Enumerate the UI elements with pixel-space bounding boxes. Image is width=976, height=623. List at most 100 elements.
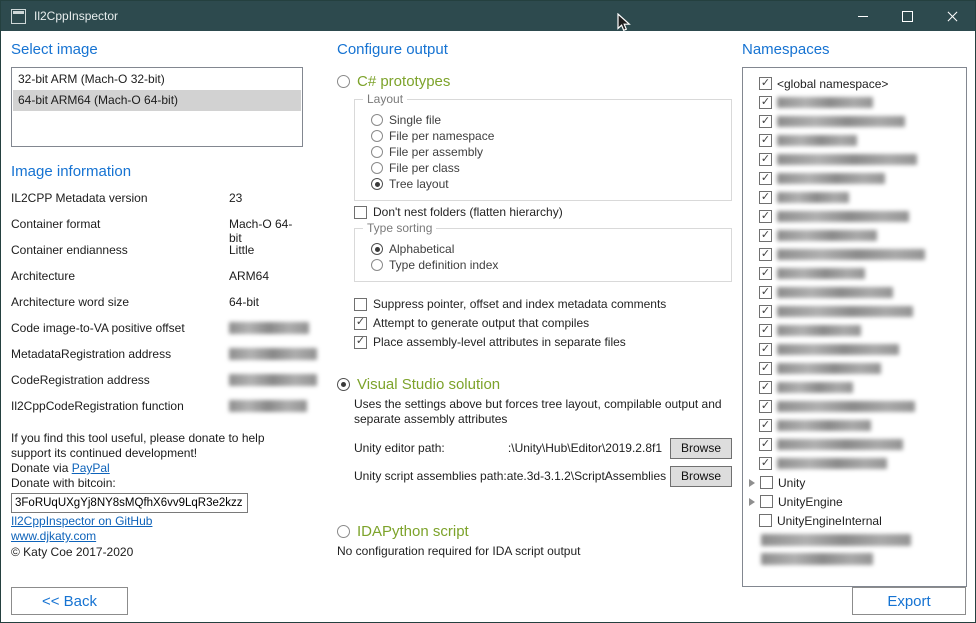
namespace-row[interactable]: Unity [747,473,962,492]
checkbox-icon[interactable] [759,96,772,109]
checkbox-icon[interactable] [759,172,772,185]
checkbox-icon[interactable] [760,476,773,489]
flatten-checkbox-row[interactable]: Don't nest folders (flatten hierarchy) [354,204,732,220]
radio-icon[interactable] [371,130,383,142]
checkbox-icon[interactable] [759,362,772,375]
paypal-link[interactable]: PayPal [72,461,110,475]
back-button[interactable]: << Back [11,587,128,615]
radio-option[interactable]: Type definition index [371,257,721,273]
checkbox-icon[interactable] [354,206,367,219]
namespace-row[interactable] [747,359,962,378]
namespace-row[interactable] [747,435,962,454]
checkbox-row[interactable]: Place assembly-level attributes in separ… [354,334,732,350]
maximize-button[interactable] [885,1,930,31]
expander-icon[interactable] [749,479,755,487]
radio-icon[interactable] [371,243,383,255]
checkbox-icon[interactable] [354,298,367,311]
checkbox-icon[interactable] [759,343,772,356]
checkbox-icon[interactable] [354,317,367,330]
minimize-button[interactable] [840,1,885,31]
checkbox-icon[interactable] [759,248,772,261]
vs-solution-radio[interactable]: Visual Studio solution [337,374,732,394]
checkbox-icon[interactable] [759,210,772,223]
radio-icon[interactable] [371,178,383,190]
namespace-row[interactable] [747,93,962,112]
checkbox-icon[interactable] [354,336,367,349]
image-list-item[interactable]: 64-bit ARM64 (Mach-O 64-bit) [13,90,301,111]
radio-icon[interactable] [371,259,383,271]
expander-icon[interactable] [749,498,755,506]
radio-option[interactable]: File per assembly [371,144,721,160]
namespace-row[interactable] [747,530,962,549]
namespace-row[interactable] [747,226,962,245]
export-button[interactable]: Export [852,587,966,615]
namespace-row[interactable] [747,131,962,150]
checkbox-icon[interactable] [759,438,772,451]
namespace-row[interactable]: UnityEngine [747,492,962,511]
website-link[interactable]: www.djkaty.com [11,529,303,543]
checkbox-row[interactable]: Attempt to generate output that compiles [354,315,732,331]
radio-icon[interactable] [371,162,383,174]
radio-option[interactable]: File per namespace [371,128,721,144]
namespace-row[interactable] [747,302,962,321]
checkbox-icon[interactable] [759,457,772,470]
checkbox-icon[interactable] [759,153,772,166]
path-field-label: Unity editor path: [354,441,445,455]
github-link[interactable]: Il2CppInspector on GitHub [11,514,303,528]
checkbox-icon[interactable] [759,115,772,128]
radio-icon[interactable] [337,75,350,88]
namespace-row[interactable] [747,188,962,207]
radio-icon[interactable] [371,146,383,158]
namespace-row[interactable] [747,283,962,302]
namespace-row[interactable] [747,340,962,359]
checkbox-icon[interactable] [759,191,772,204]
radio-option[interactable]: Alphabetical [371,241,721,257]
checkbox-icon[interactable] [759,381,772,394]
namespace-row[interactable] [747,150,962,169]
radio-option[interactable]: Tree layout [371,176,721,192]
namespace-list[interactable]: <global namespace> UnityUnityEngineUnityE… [742,67,967,587]
titlebar[interactable]: Il2CppInspector [1,1,975,31]
checkbox-row[interactable]: Suppress pointer, offset and index metad… [354,296,732,312]
browse-button[interactable]: Browse [670,466,732,487]
namespace-row[interactable] [747,169,962,188]
namespace-row[interactable] [747,454,962,473]
bitcoin-address-input[interactable] [11,493,248,513]
checkbox-icon[interactable] [759,134,772,147]
checkbox-icon[interactable] [759,514,772,527]
checkbox-icon[interactable] [759,400,772,413]
close-button[interactable] [930,1,975,31]
namespace-row[interactable] [747,549,962,568]
namespace-row[interactable] [747,112,962,131]
browse-button[interactable]: Browse [670,438,732,459]
namespace-row[interactable] [747,245,962,264]
radio-icon[interactable] [337,378,350,391]
namespace-row[interactable] [747,416,962,435]
image-list[interactable]: 32-bit ARM (Mach-O 32-bit)64-bit ARM64 (… [11,67,303,147]
checkbox-icon[interactable] [760,495,773,508]
checkbox-icon[interactable] [759,305,772,318]
radio-icon[interactable] [337,525,350,538]
csharp-prototypes-radio[interactable]: C# prototypes [337,71,732,91]
ida-script-radio[interactable]: IDAPython script [337,521,732,541]
checkbox-icon[interactable] [759,286,772,299]
radio-icon[interactable] [371,114,383,126]
checkbox-icon[interactable] [759,77,772,90]
checkbox-icon[interactable] [759,419,772,432]
namespace-row[interactable] [747,397,962,416]
namespace-row[interactable]: UnityEngineInternal [747,511,962,530]
info-value [229,347,317,363]
namespace-row[interactable] [747,207,962,226]
namespace-row[interactable]: <global namespace> [747,74,962,93]
mouse-cursor [617,13,632,34]
checkbox-icon[interactable] [759,324,772,337]
image-list-item[interactable]: 32-bit ARM (Mach-O 32-bit) [13,69,301,90]
type-sorting-groupbox-title: Type sorting [363,221,436,235]
namespace-row[interactable] [747,378,962,397]
radio-option[interactable]: File per class [371,160,721,176]
radio-option[interactable]: Single file [371,112,721,128]
namespace-row[interactable] [747,321,962,340]
namespace-row[interactable] [747,264,962,283]
checkbox-icon[interactable] [759,229,772,242]
checkbox-icon[interactable] [759,267,772,280]
